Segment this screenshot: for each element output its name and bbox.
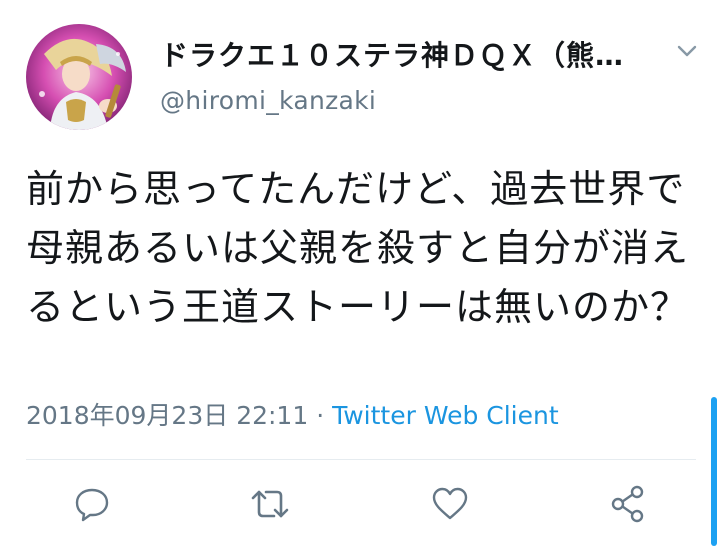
divider — [26, 459, 696, 460]
tweet-card: ドラクエ１０ステラ神ＤＱＸ（熊… @hiromi_kanzaki 前から思ってた… — [0, 0, 720, 546]
reply-icon — [75, 488, 109, 522]
retweet-button[interactable] — [248, 482, 292, 526]
tweet-client-link[interactable]: Twitter Web Client — [332, 401, 559, 430]
chevron-down-icon[interactable] — [672, 36, 702, 66]
avatar[interactable] — [26, 24, 132, 130]
retweet-icon — [251, 490, 289, 518]
scrollbar[interactable] — [711, 397, 717, 546]
heart-icon — [432, 487, 468, 520]
share-button[interactable] — [606, 482, 650, 526]
reply-button[interactable] — [70, 482, 114, 526]
share-icon — [611, 485, 644, 523]
author-display-name[interactable]: ドラクエ１０ステラ神ＤＱＸ（熊… — [160, 34, 640, 74]
avatar-image — [26, 24, 132, 130]
meta-separator: · — [308, 401, 333, 430]
author-handle[interactable]: @hiromi_kanzaki — [160, 86, 376, 115]
tweet-meta: 2018年09月23日 22:11 · Twitter Web Client — [26, 396, 559, 432]
tweet-actions — [0, 482, 720, 532]
like-button[interactable] — [428, 482, 472, 526]
tweet-text: 前から思ってたんだけど、過去世界で母親あるいは父親を殺すと自分が消えるという王道… — [26, 167, 690, 329]
tweet-timestamp[interactable]: 2018年09月23日 22:11 — [26, 401, 308, 430]
